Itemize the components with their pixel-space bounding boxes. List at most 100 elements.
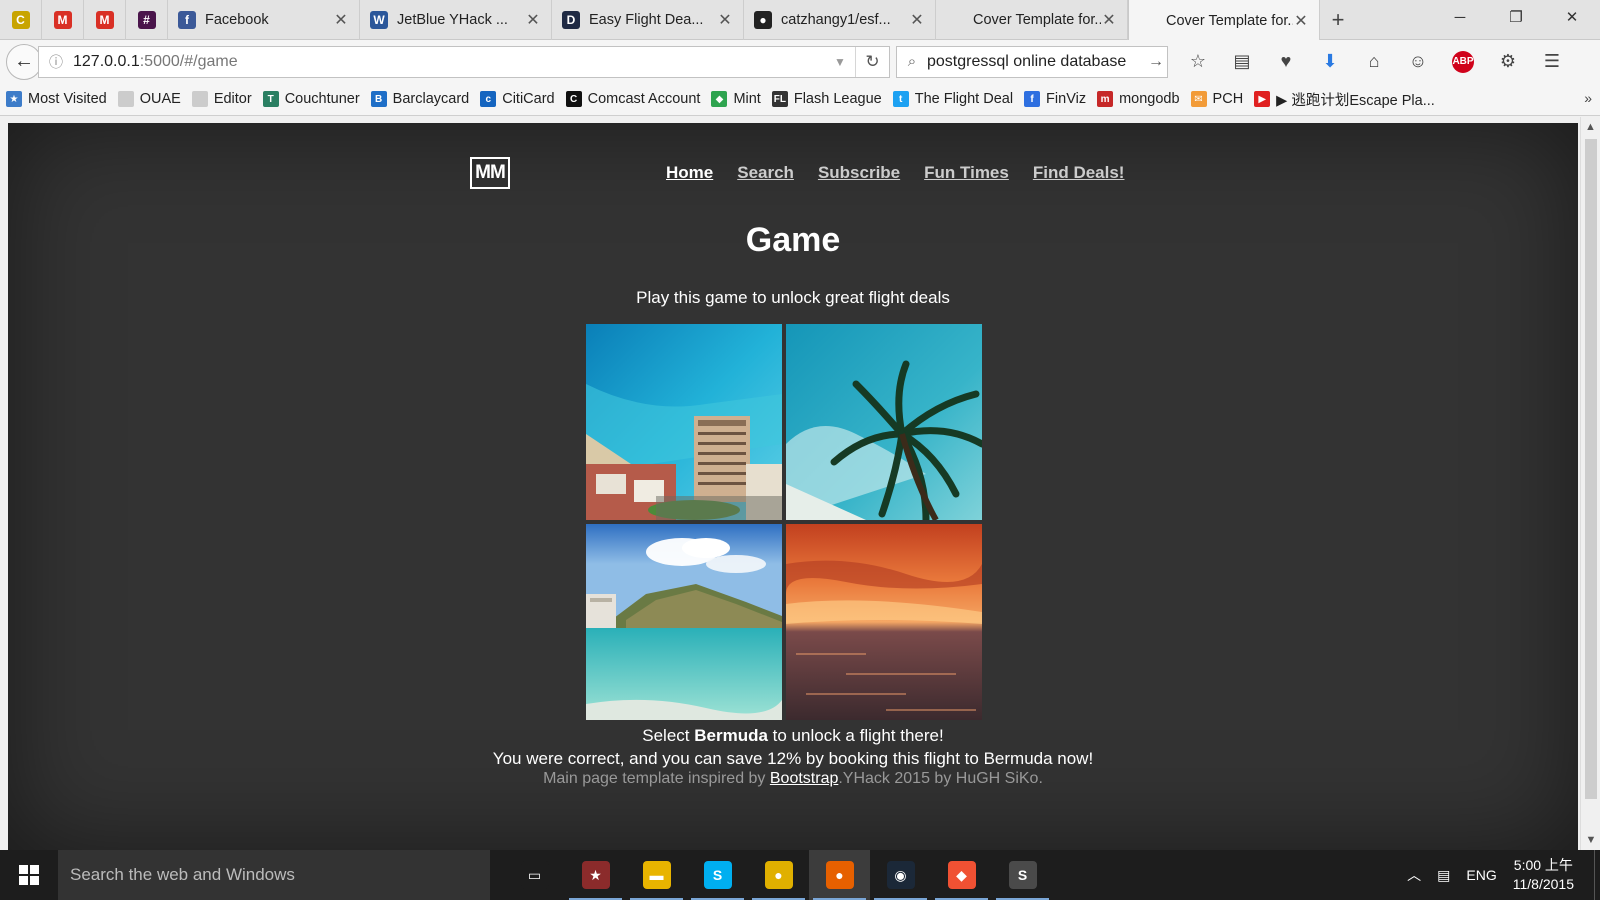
url-bar[interactable]: ⓘ 127.0.0.1:5000/#/game ▼ ↻ bbox=[38, 45, 890, 78]
minimize-icon[interactable]: ─ bbox=[1432, 0, 1488, 34]
bookmark-item[interactable]: ★ Most Visited bbox=[6, 91, 107, 107]
sublime-icon: S bbox=[1008, 861, 1037, 889]
bookmark-star-icon[interactable]: ☆ bbox=[1176, 51, 1220, 72]
steam-icon: ◉ bbox=[886, 861, 915, 889]
close-tab-icon[interactable]: ✕ bbox=[717, 10, 733, 30]
show-desktop-button[interactable] bbox=[1594, 850, 1600, 900]
bookmark-item[interactable]: OUAE bbox=[117, 91, 181, 107]
nav-link-home[interactable]: Home bbox=[666, 163, 713, 183]
toolbar-buttons: ☆ ▤ ♥ ⬇ ⌂ ☺ ABP ⚙ ☰ bbox=[1176, 50, 1574, 73]
search-bar[interactable]: ⌕ postgressql online database → bbox=[896, 45, 1168, 78]
bookmark-item[interactable]: C Comcast Account bbox=[565, 91, 700, 107]
nav-link-find-deals[interactable]: Find Deals! bbox=[1033, 163, 1125, 183]
browser-tab[interactable]: ● catzhangy1/esf... ✕ bbox=[744, 0, 936, 40]
site-logo[interactable]: MM bbox=[470, 157, 510, 189]
clock-time: 5:00 上午 bbox=[1513, 857, 1573, 873]
scroll-down-icon[interactable]: ▼ bbox=[1581, 830, 1600, 850]
browser-tab[interactable]: Cover Template for... ✕ bbox=[936, 0, 1128, 40]
bookmark-label: ▶ 逃跑计划Escape Pla... bbox=[1276, 92, 1435, 109]
back-button[interactable]: ← bbox=[6, 43, 42, 80]
nav-link-search[interactable]: Search bbox=[737, 163, 794, 183]
bookmark-item[interactable]: ◆ Mint bbox=[711, 91, 761, 107]
game-tile-palm-tree[interactable] bbox=[786, 324, 982, 520]
taskbar-app[interactable]: ▬ bbox=[626, 850, 687, 900]
close-tab-icon[interactable]: ✕ bbox=[909, 10, 925, 30]
close-window-icon[interactable]: ✕ bbox=[1544, 0, 1600, 34]
footer: Main page template inspired by Bootstrap… bbox=[8, 770, 1578, 788]
game-tile-beach-mountain[interactable] bbox=[586, 524, 782, 720]
pinned-tab[interactable]: # bbox=[126, 0, 168, 40]
new-tab-button[interactable]: + bbox=[1320, 0, 1356, 39]
tray-overflow-icon[interactable]: ︿ bbox=[1407, 865, 1421, 885]
bookmark-item[interactable]: T Couchtuner bbox=[262, 91, 360, 107]
restore-icon[interactable]: ❐ bbox=[1488, 0, 1544, 34]
bookmark-item[interactable]: ✉ PCH bbox=[1190, 91, 1243, 107]
scroll-up-icon[interactable]: ▲ bbox=[1581, 117, 1600, 137]
tab-title: Cover Template for... bbox=[973, 12, 1101, 28]
close-tab-icon[interactable]: ✕ bbox=[525, 10, 541, 30]
bookmark-item[interactable]: ▶ ▶ 逃跑计划Escape Pla... bbox=[1254, 89, 1435, 110]
browser-tab[interactable]: W JetBlue YHack ... ✕ bbox=[360, 0, 552, 40]
browser-tab[interactable]: Cover Template for... ✕ bbox=[1128, 0, 1320, 41]
page-viewport: MM Home Search Subscribe Fun Times Find Deal… bbox=[0, 117, 1600, 850]
pinned-tab[interactable]: C bbox=[0, 0, 42, 40]
page-body: MM Home Search Subscribe Fun Times Find Deal… bbox=[8, 123, 1578, 850]
nav-link-subscribe[interactable]: Subscribe bbox=[818, 163, 900, 183]
language-indicator[interactable]: ENG bbox=[1466, 867, 1496, 883]
reload-icon[interactable]: ↻ bbox=[855, 46, 889, 77]
extension-icon[interactable]: ⚙ bbox=[1486, 51, 1530, 72]
taskbar-app[interactable]: ● bbox=[809, 850, 870, 900]
pinned-tab[interactable]: M bbox=[84, 0, 126, 40]
action-center-icon[interactable]: ▤ bbox=[1437, 867, 1450, 884]
reading-list-icon[interactable]: ▤ bbox=[1220, 51, 1264, 72]
footer-text: Main page template inspired by bbox=[543, 770, 770, 787]
prompt-destination: Bermuda bbox=[694, 726, 768, 745]
bookmark-item[interactable]: f FinViz bbox=[1024, 91, 1086, 107]
tab-title: Easy Flight Dea... bbox=[589, 12, 704, 28]
clock[interactable]: 5:00 上午 11/8/2015 bbox=[1513, 856, 1574, 894]
home-icon[interactable]: ⌂ bbox=[1352, 51, 1396, 72]
pinned-tab[interactable]: M bbox=[42, 0, 84, 40]
taskbar-app[interactable]: ● bbox=[748, 850, 809, 900]
download-icon[interactable]: ⬇ bbox=[1308, 51, 1352, 72]
github-icon: ● bbox=[754, 11, 772, 29]
bookmark-item[interactable]: t The Flight Deal bbox=[892, 91, 1013, 107]
taskbar-search-box[interactable]: Search the web and Windows bbox=[58, 850, 490, 900]
bookmark-item[interactable]: FL Flash League bbox=[771, 91, 882, 107]
bookmark-item[interactable]: c CitiCard bbox=[480, 91, 555, 107]
pinned-tabs: C M M # bbox=[0, 0, 168, 40]
game-tile-resort-hotel[interactable] bbox=[586, 324, 782, 520]
search-go-icon[interactable]: → bbox=[1145, 53, 1167, 71]
bookmark-item[interactable]: B Barclaycard bbox=[370, 91, 469, 107]
history-dropdown-icon[interactable]: ▼ bbox=[825, 55, 855, 69]
menu-icon[interactable]: ☰ bbox=[1530, 51, 1574, 72]
browser-tab[interactable]: f Facebook ✕ bbox=[168, 0, 360, 40]
bookmark-item[interactable]: Editor bbox=[191, 91, 252, 107]
taskbar-app[interactable]: ★ bbox=[565, 850, 626, 900]
game-tile-sunset-ocean[interactable] bbox=[786, 524, 982, 720]
footer-bootstrap-link[interactable]: Bootstrap bbox=[770, 770, 838, 787]
prompt-text-after: to unlock a flight there! bbox=[767, 726, 944, 745]
browser-tab[interactable]: D Easy Flight Dea... ✕ bbox=[552, 0, 744, 40]
bookmark-icon bbox=[191, 91, 208, 107]
taskbar-app[interactable]: ◆ bbox=[931, 850, 992, 900]
site-info-icon[interactable]: ⓘ bbox=[39, 52, 73, 72]
game-app-icon: ★ bbox=[581, 861, 610, 889]
adblock-icon[interactable]: ABP bbox=[1452, 50, 1474, 73]
close-tab-icon[interactable]: ✕ bbox=[1293, 11, 1309, 31]
nav-link-fun-times[interactable]: Fun Times bbox=[924, 163, 1009, 183]
taskbar-app[interactable]: ◉ bbox=[870, 850, 931, 900]
taskbar-app[interactable]: S bbox=[687, 850, 748, 900]
scroll-thumb[interactable] bbox=[1585, 139, 1597, 799]
chat-icon[interactable]: ☺ bbox=[1396, 51, 1440, 72]
taskbar-app[interactable]: ▭ bbox=[504, 850, 565, 900]
close-tab-icon[interactable]: ✕ bbox=[1101, 10, 1117, 30]
pocket-icon[interactable]: ♥ bbox=[1264, 51, 1308, 72]
bookmark-item[interactable]: m mongodb bbox=[1097, 91, 1180, 107]
url-host: 127.0.0.1 bbox=[73, 52, 140, 70]
bookmarks-overflow-icon[interactable]: » bbox=[1584, 90, 1592, 106]
page-scrollbar[interactable]: ▲ ▼ bbox=[1580, 117, 1600, 850]
taskbar-app[interactable]: S bbox=[992, 850, 1053, 900]
start-button[interactable] bbox=[0, 850, 58, 900]
close-tab-icon[interactable]: ✕ bbox=[333, 10, 349, 30]
